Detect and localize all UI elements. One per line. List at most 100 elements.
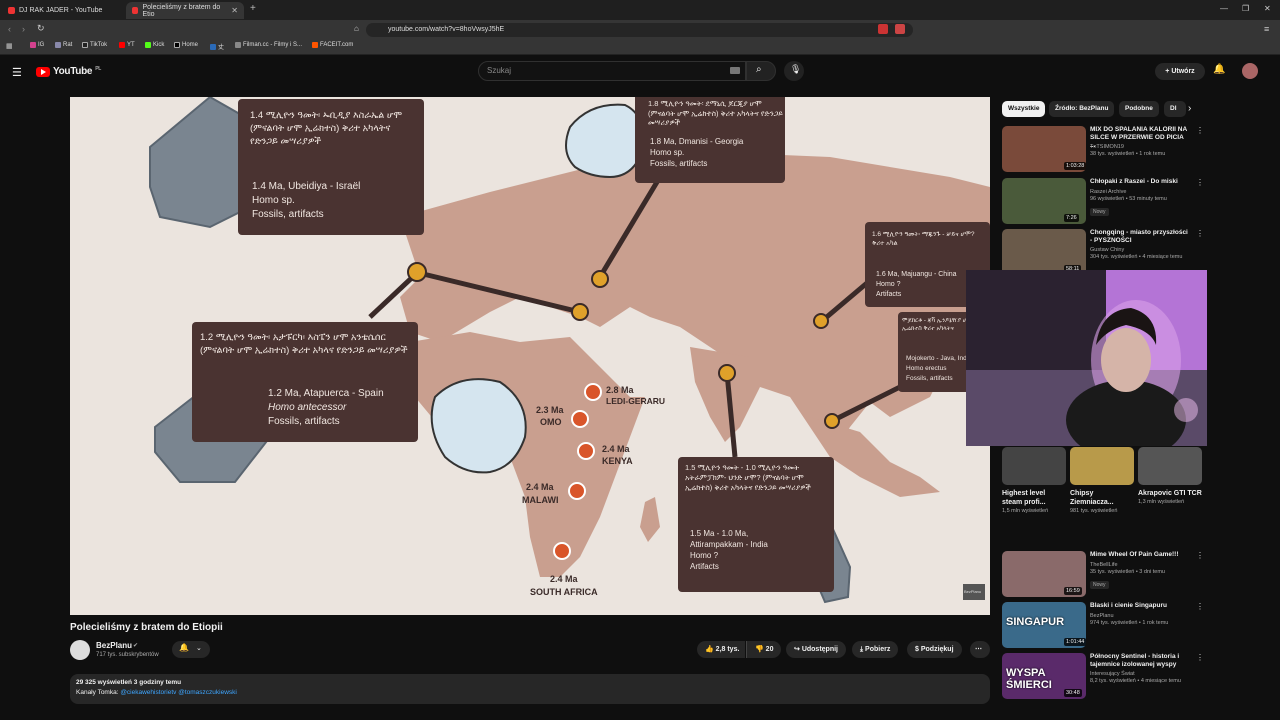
back-icon[interactable]: ‹ [8,24,11,34]
notifications-bell-icon[interactable]: 🔔 [1213,64,1225,75]
close-window-icon[interactable]: ✕ [1264,4,1271,13]
chevron-down-icon: ⌄ [196,645,202,652]
video-title[interactable]: Chłopaki z Raszei - Do miski [1090,178,1190,186]
subscriber-count: 717 tys. subskrybentów [96,652,159,658]
recommended-video[interactable]: WYSPA ŚMIERCI 30:48 Północny Sentinel - … [1002,653,1272,699]
maximize-icon[interactable]: ❐ [1242,4,1249,13]
tab-inactive[interactable]: DJ RAK JADER - YouTube [2,2,120,19]
duration-badge: 1:03:28 [1064,162,1087,170]
short-thumbnail[interactable] [1070,447,1134,485]
bookmark-item[interactable]: Home [174,42,198,48]
video-player[interactable]: 1.4 ሚሊዮን ዓመት፡ ኡቢዲያ እስራኤል ሆሞ (ምናልባት ሆሞ ኢሬ… [70,97,990,615]
thanks-button[interactable]: $ Podziękuj [907,641,962,658]
bookmark-item[interactable]: Rat [55,42,72,48]
video-title[interactable]: Blaski i cienie Singapuru [1090,602,1190,610]
subscribed-bell-button[interactable]: 🔔 ⌄ [172,641,210,658]
chip-source[interactable]: Źródło: BezPlanu [1049,101,1115,117]
chip-more[interactable]: Dl [1164,101,1186,117]
short-title[interactable]: Highest level steam profi... [1002,489,1066,507]
recommended-video[interactable]: 16:59 Mime Wheel Of Pain Game!!! TheBell… [1002,551,1272,597]
close-tab-icon[interactable]: ✕ [231,6,238,15]
more-options-icon[interactable]: ⋮ [1196,602,1204,611]
more-options-icon[interactable]: ⋮ [1196,178,1204,187]
bookmark-item[interactable]: FACEIT.com [312,42,353,48]
search-icon: ⌕ [756,64,762,75]
bookmark-icon[interactable]: ⌂ [354,24,359,33]
search-input[interactable]: Szukaj [478,61,746,81]
search-button[interactable]: ⌕ [746,61,776,81]
channel-avatar[interactable] [70,640,90,660]
youtube-logo[interactable]: YouTube PL [36,66,101,77]
duration-badge: 7:26 [1064,214,1079,222]
create-button[interactable]: + Utwórz [1155,63,1205,80]
channel-name[interactable]: Interesujący Świat [1090,671,1135,677]
chevron-right-icon[interactable]: › [1188,103,1191,114]
account-avatar[interactable] [1242,63,1258,79]
extension-icon[interactable] [895,24,905,34]
voice-search-button[interactable]: 🎙 [784,61,804,81]
menu-icon[interactable]: ≡ [1264,24,1269,34]
short-thumbnail[interactable] [1002,447,1066,485]
description-links[interactable]: @ciekawehistorietv @tomaszczukiewski [120,689,237,696]
youtube-favicon-icon [8,7,15,14]
channel-name[interactable]: Gustaw Chiny [1090,247,1124,253]
tab-active[interactable]: Polecieliśmy z bratem do Etio ✕ [126,2,244,19]
share-button[interactable]: ↪ Udostępnij [786,641,846,658]
short-thumbnail[interactable] [1138,447,1202,485]
more-options-icon[interactable]: ⋮ [1196,551,1204,560]
more-actions-icon[interactable]: ⋯ [970,641,990,658]
more-options-icon[interactable]: ⋮ [1196,653,1204,662]
address-bar[interactable]: youtube.com/watch?v=8hoVwsyJ5hE [366,23,913,37]
bookmark-item[interactable]: TikTok [82,42,107,48]
apps-icon[interactable]: ▦ [6,42,13,50]
minimize-icon[interactable]: — [1220,4,1228,13]
forward-icon[interactable]: › [22,24,25,34]
duration-badge: 1:01:44 [1064,638,1087,646]
channel-name[interactable]: Raszei Archive [1090,189,1126,195]
reload-icon[interactable]: ↻ [37,23,45,34]
chip-all[interactable]: Wszystkie [1002,101,1046,117]
video-title[interactable]: Mime Wheel Of Pain Game!!! [1090,551,1190,559]
bookmark-item[interactable]: Filman.cc - Filmy i S... [235,42,302,48]
recommended-video[interactable]: 58:11 Chongqing - miasto przyszłości - P… [1002,229,1272,275]
bookmark-item[interactable]: IG [30,42,44,48]
youtube-play-icon [36,66,50,77]
short-item[interactable]: Highest level steam profi... 1,5 mln wyś… [1002,447,1066,515]
new-tab-button[interactable]: + [250,3,256,14]
extension-icon[interactable] [878,24,888,34]
more-options-icon[interactable]: ⋮ [1196,126,1204,135]
bookmark-item[interactable]: 丈 [210,42,224,51]
short-item[interactable]: Chipsy Ziemniacza... 981 tys. wyświetleń [1070,447,1134,515]
site-omo-age: 2.3 Ma [536,405,564,415]
label-atapuerca-en-1: 1.2 Ma, Atapuerca - Spain [268,388,384,399]
label-ubeidiya-en-1: 1.4 Ma, Ubeidiya - Israël [252,181,361,192]
short-title[interactable]: Chipsy Ziemniacza... [1070,489,1134,507]
recommended-video[interactable]: 7:26 Chłopaki z Raszei - Do miski Raszei… [1002,178,1272,224]
chip-related[interactable]: Podobne [1119,101,1159,117]
like-button[interactable]: 👍 2,8 tys. [697,641,746,658]
keyboard-icon[interactable] [730,67,740,74]
site-marker-africa [553,542,571,560]
video-title[interactable]: Północny Sentinel - historia i tajemnice… [1090,653,1190,669]
label-atapuerca-en-3: Fossils, artifacts [268,416,340,427]
dislike-button[interactable]: 👎 20 [746,641,782,658]
bookmark-item[interactable]: YT [119,42,135,48]
label-java-en-2: Homo erectus [906,365,947,372]
channel-name[interactable]: BezPlanu [1090,613,1114,619]
channel-name[interactable]: TheBellLife [1090,562,1118,568]
channel-name[interactable]: TnTSIMON19 [1090,144,1124,150]
site-malawi-name: MALAWI [522,495,559,505]
short-item[interactable]: Akrapovic GTI TCR 1,3 mln wyświetleń [1138,447,1202,506]
hamburger-menu-icon[interactable]: ☰ [12,66,22,79]
more-options-icon[interactable]: ⋮ [1196,229,1204,238]
site-marker-africa [577,442,595,460]
bookmark-item[interactable]: Kick [145,42,164,48]
video-title[interactable]: Chongqing - miasto przyszłości - PYSZNOŚ… [1090,229,1190,245]
description-box[interactable]: 29 325 wyświetleń 3 godziny temu Kanały … [70,674,990,704]
channel-name[interactable]: BezPlanu [96,641,132,650]
short-title[interactable]: Akrapovic GTI TCR [1138,489,1202,498]
site-south-africa-name: SOUTH AFRICA [530,587,598,597]
download-button[interactable]: ⤓ Pobierz [852,641,899,658]
recommended-video[interactable]: SINGAPUR 1:01:44 Blaski i cienie Singapu… [1002,602,1272,648]
recommended-video[interactable]: 1:03:28 MIX DO SPALANIA KALORII NA SILCE… [1002,126,1272,172]
